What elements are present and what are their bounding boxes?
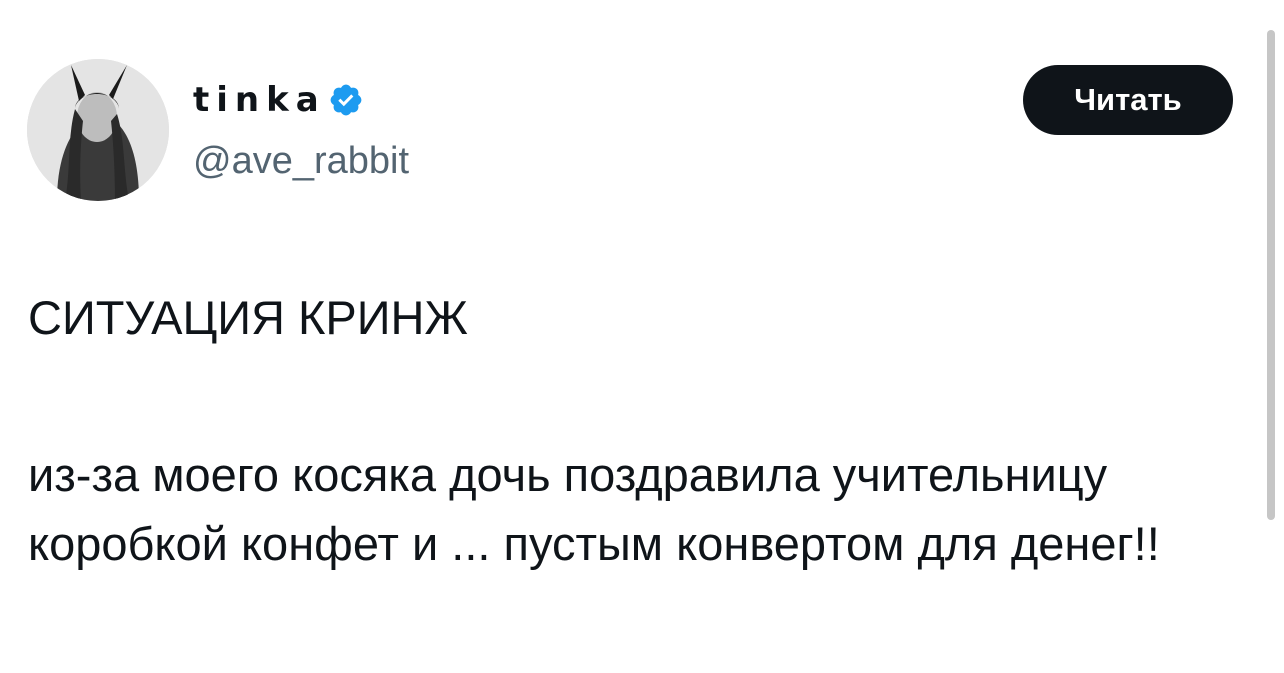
author-name-row: tinka — [193, 78, 364, 122]
author-handle[interactable]: @ave_rabbit — [193, 138, 409, 184]
tweet-text: СИТУАЦИЯ КРИНЖ из-за моего косяка дочь п… — [28, 283, 1228, 578]
tweet-headline: СИТУАЦИЯ КРИНЖ — [28, 291, 468, 344]
avatar-image — [27, 59, 169, 201]
tweet-body: из-за моего косяка дочь поздравила учите… — [28, 448, 1160, 570]
verified-badge-icon[interactable] — [328, 82, 364, 118]
scrollbar[interactable] — [1267, 30, 1275, 520]
author-display-name[interactable]: tinka — [193, 78, 326, 122]
follow-button[interactable]: Читать — [1023, 65, 1233, 135]
avatar[interactable] — [27, 59, 169, 201]
